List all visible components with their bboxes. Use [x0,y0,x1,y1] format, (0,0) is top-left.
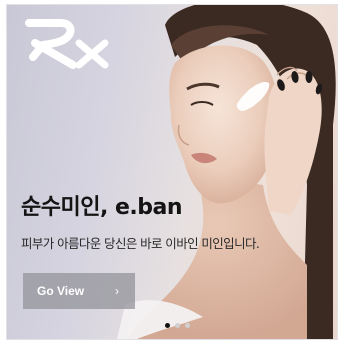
carousel-dot-1[interactable] [165,323,170,328]
brand-logo [25,19,109,69]
go-view-label: Go View [37,284,85,298]
hero-banner: 순수미인, e.ban 피부가 아름다운 당신은 바로 이바인 미인입니다. G… [6,4,338,340]
carousel-dot-3[interactable] [185,323,190,328]
carousel-dot-2[interactable] [175,323,180,328]
banner-title: 순수미인, e.ban [21,195,183,220]
carousel-pagination [165,323,190,328]
go-view-button[interactable]: Go View › [23,273,135,309]
banner-subtitle: 피부가 아름다운 당신은 바로 이바인 미인입니다. [21,236,260,251]
chevron-right-icon: › [115,284,119,298]
